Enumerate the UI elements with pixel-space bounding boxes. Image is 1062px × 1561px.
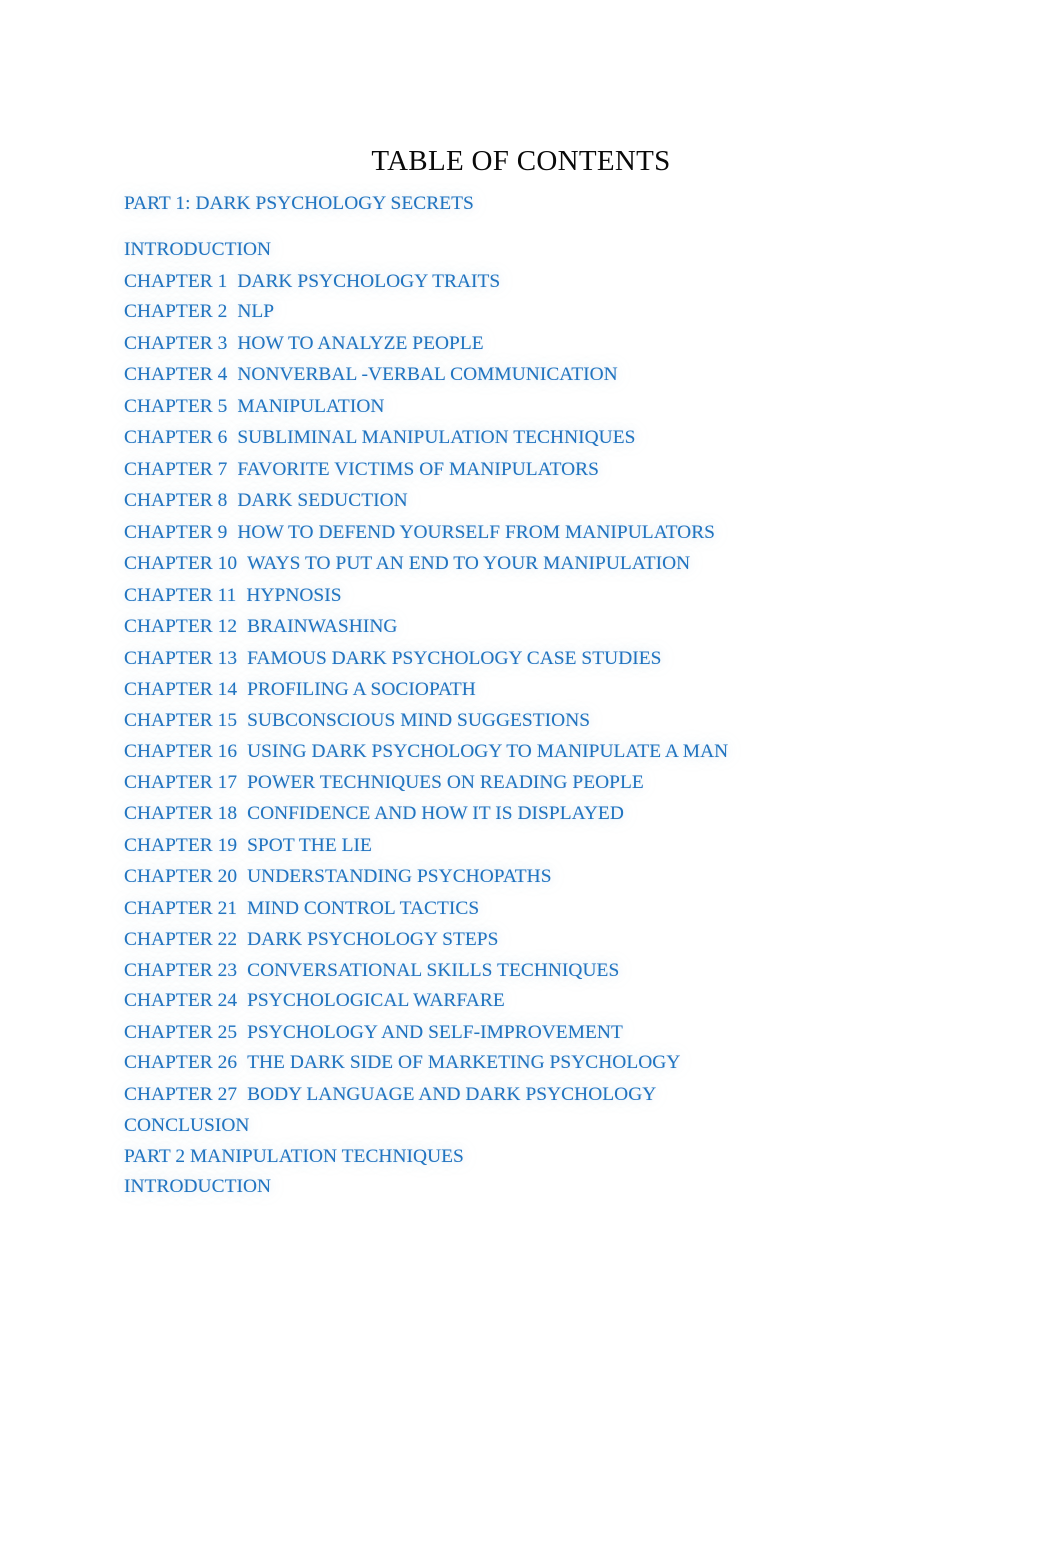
toc-entry-number: CHAPTER 23	[124, 959, 238, 981]
toc-entry-number: INTRODUCTION	[124, 1176, 272, 1197]
toc-entry-chapter-11[interactable]: CHAPTER 11 HYPNOSIS	[124, 584, 924, 606]
toc-entry-title: FAMOUS DARK PSYCHOLOGY CASE STUDIES	[247, 647, 662, 669]
toc-entry-title: THE DARK SIDE OF MARKETING PSYCHOLOGY	[247, 1052, 681, 1073]
toc-entry-part-1[interactable]: PART 1: DARK PSYCHOLOGY SECRETS	[124, 194, 924, 214]
toc-entry-title: DARK PSYCHOLOGY STEPS	[247, 929, 499, 950]
toc-entry-chapter-26[interactable]: CHAPTER 26 THE DARK SIDE OF MARKETING PSY…	[124, 1053, 924, 1073]
toc-entry-number: CHAPTER 19	[124, 834, 238, 856]
toc-entry-title: BRAINWASHING	[247, 616, 398, 637]
toc-entry-title: DARK SEDUCTION	[237, 490, 408, 511]
toc-entry-title: MIND CONTROL TACTICS	[247, 897, 480, 919]
toc-entry-chapter-14[interactable]: CHAPTER 14 PROFILING A SOCIOPATH	[124, 680, 924, 700]
table-of-contents: PART 1: DARK PSYCHOLOGY SECRETS INTRODUCT…	[124, 194, 924, 1209]
toc-entry-chapter-6[interactable]: CHAPTER 6 SUBLIMINAL MANIPULATION TECHNIQ…	[124, 428, 924, 448]
toc-entry-chapter-3[interactable]: CHAPTER 3 HOW TO ANALYZE PEOPLE	[124, 332, 924, 354]
toc-entry-number: CHAPTER 7	[124, 458, 228, 480]
toc-entry-chapter-4[interactable]: CHAPTER 4 NONVERBAL -VERBAL COMMUNICATION	[124, 365, 924, 385]
toc-entry-title: USING DARK PSYCHOLOGY TO MANIPULATE A MA…	[247, 741, 729, 762]
toc-entry-number: CHAPTER 13	[124, 647, 238, 669]
toc-entry-introduction-2[interactable]: INTRODUCTION	[124, 1177, 924, 1197]
toc-entry-chapter-8[interactable]: CHAPTER 8 DARK SEDUCTION	[124, 491, 924, 511]
toc-entry-chapter-20[interactable]: CHAPTER 20 UNDERSTANDING PSYCHOPATHS	[124, 867, 924, 887]
document-page: TABLE OF CONTENTS PART 1: DARK PSYCHOLOG…	[0, 0, 1062, 1561]
toc-entry-number: CHAPTER 15	[124, 709, 238, 731]
toc-entry-number: CHAPTER 26	[124, 1052, 238, 1073]
toc-entry-chapter-17[interactable]: CHAPTER 17 POWER TECHNIQUES ON READING PE…	[124, 771, 924, 793]
toc-entry-chapter-25[interactable]: CHAPTER 25 PSYCHOLOGY AND SELF-IMPROVEMEN…	[124, 1021, 924, 1043]
toc-entry-number: CONCLUSION	[124, 1115, 250, 1136]
toc-entry-chapter-5[interactable]: CHAPTER 5 MANIPULATION	[124, 395, 924, 417]
toc-entry-chapter-27[interactable]: CHAPTER 27 BODY LANGUAGE AND DARK PSYCHOL…	[124, 1083, 924, 1105]
toc-entry-title: NLP	[237, 301, 275, 322]
toc-entry-number: CHAPTER 24	[124, 990, 238, 1011]
toc-entry-chapter-24[interactable]: CHAPTER 24 PSYCHOLOGICAL WARFARE	[124, 991, 924, 1011]
toc-entry-title: CONFIDENCE AND HOW IT IS DISPLAYED	[247, 803, 624, 824]
toc-entry-title: BODY LANGUAGE AND DARK PSYCHOLOGY	[247, 1083, 657, 1105]
toc-entry-number: CHAPTER 1	[124, 270, 228, 292]
toc-entry-chapter-9[interactable]: CHAPTER 9 HOW TO DEFEND YOURSELF FROM MAN…	[124, 521, 924, 543]
toc-entry-title: MANIPULATION	[237, 395, 385, 417]
toc-entry-title: SUBCONSCIOUS MIND SUGGESTIONS	[247, 709, 591, 731]
toc-entry-number: CHAPTER 27	[124, 1083, 238, 1105]
toc-entry-number: CHAPTER 6	[124, 427, 228, 448]
toc-entry-number: CHAPTER 25	[124, 1021, 238, 1043]
toc-entry-chapter-18[interactable]: CHAPTER 18 CONFIDENCE AND HOW IT IS DISPL…	[124, 804, 924, 824]
toc-entry-number: CHAPTER 10	[124, 553, 238, 574]
toc-entry-title: POWER TECHNIQUES ON READING PEOPLE	[247, 771, 644, 793]
toc-entry-title: HOW TO ANALYZE PEOPLE	[237, 332, 484, 354]
toc-entry-number: CHAPTER 12	[124, 616, 238, 637]
toc-entry-part-2[interactable]: PART 2 MANIPULATION TECHNIQUES	[124, 1145, 924, 1167]
toc-entry-chapter-10[interactable]: CHAPTER 10 WAYS TO PUT AN END TO YOUR MAN…	[124, 554, 924, 574]
toc-entry-title: SUBLIMINAL MANIPULATION TECHNIQUES	[237, 427, 636, 448]
toc-entry-chapter-21[interactable]: CHAPTER 21 MIND CONTROL TACTICS	[124, 897, 924, 919]
toc-entry-number: CHAPTER 11	[124, 584, 237, 606]
toc-entry-chapter-13[interactable]: CHAPTER 13 FAMOUS DARK PSYCHOLOGY CASE ST…	[124, 647, 924, 669]
toc-entry-number: CHAPTER 9	[124, 521, 228, 543]
toc-entry-title: NONVERBAL -VERBAL COMMUNICATION	[237, 364, 618, 385]
toc-entry-title: HOW TO DEFEND YOURSELF FROM MANIPULATORS	[237, 521, 716, 543]
toc-entry-title: PROFILING A SOCIOPATH	[247, 679, 476, 700]
toc-entry-title: SPOT THE LIE	[247, 834, 372, 856]
toc-entry-title: HYPNOSIS	[246, 584, 342, 606]
toc-entry-title: PSYCHOLOGY AND SELF-IMPROVEMENT	[247, 1021, 623, 1043]
toc-entry-chapter-23[interactable]: CHAPTER 23 CONVERSATIONAL SKILLS TECHNIQU…	[124, 959, 924, 981]
toc-entry-title: FAVORITE VICTIMS OF MANIPULATORS	[237, 458, 599, 480]
toc-entry-number: CHAPTER 3	[124, 332, 228, 354]
toc-entry-chapter-12[interactable]: CHAPTER 12 BRAINWASHING	[124, 617, 924, 637]
toc-entry-number: CHAPTER 16	[124, 741, 238, 762]
toc-entry-title: CONVERSATIONAL SKILLS TECHNIQUES	[247, 959, 620, 981]
toc-entry-number: CHAPTER 22	[124, 929, 238, 950]
toc-entry-conclusion[interactable]: CONCLUSION	[124, 1116, 924, 1136]
toc-entry-chapter-16[interactable]: CHAPTER 16 USING DARK PSYCHOLOGY TO MANIP…	[124, 742, 924, 762]
toc-entry-title: WAYS TO PUT AN END TO YOUR MANIPULATION	[247, 553, 691, 574]
toc-entry-number: CHAPTER 4	[124, 364, 228, 385]
toc-entry-chapter-7[interactable]: CHAPTER 7 FAVORITE VICTIMS OF MANIPULATOR…	[124, 458, 924, 480]
toc-entry-number: CHAPTER 17	[124, 771, 238, 793]
toc-entry-title: PSYCHOLOGICAL WARFARE	[247, 990, 505, 1011]
toc-entry-number: CHAPTER 2	[124, 301, 228, 322]
toc-entry-number: PART 2 MANIPULATION TECHNIQUES	[124, 1145, 464, 1167]
toc-entry-number: CHAPTER 20	[124, 866, 238, 887]
toc-entry-chapter-22[interactable]: CHAPTER 22 DARK PSYCHOLOGY STEPS	[124, 930, 924, 950]
toc-entry-chapter-2[interactable]: CHAPTER 2 NLP	[124, 302, 924, 322]
toc-entry-number: CHAPTER 14	[124, 679, 238, 700]
toc-entry-number: PART 1: DARK PSYCHOLOGY SECRETS	[124, 193, 474, 214]
toc-entry-number: CHAPTER 8	[124, 490, 228, 511]
toc-entry-introduction-1[interactable]: INTRODUCTION	[124, 240, 924, 260]
toc-entry-chapter-1[interactable]: CHAPTER 1 DARK PSYCHOLOGY TRAITS	[124, 270, 924, 292]
page-title: TABLE OF CONTENTS	[371, 145, 671, 178]
toc-entry-number: CHAPTER 21	[124, 897, 238, 919]
toc-entry-chapter-19[interactable]: CHAPTER 19 SPOT THE LIE	[124, 834, 924, 856]
toc-entry-number: INTRODUCTION	[124, 239, 272, 260]
toc-entry-title: UNDERSTANDING PSYCHOPATHS	[247, 866, 552, 887]
toc-entry-chapter-15[interactable]: CHAPTER 15 SUBCONSCIOUS MIND SUGGESTIONS	[124, 709, 924, 731]
toc-entry-number: CHAPTER 18	[124, 803, 238, 824]
toc-entry-title: DARK PSYCHOLOGY TRAITS	[237, 270, 501, 292]
toc-entry-number: CHAPTER 5	[124, 395, 228, 417]
